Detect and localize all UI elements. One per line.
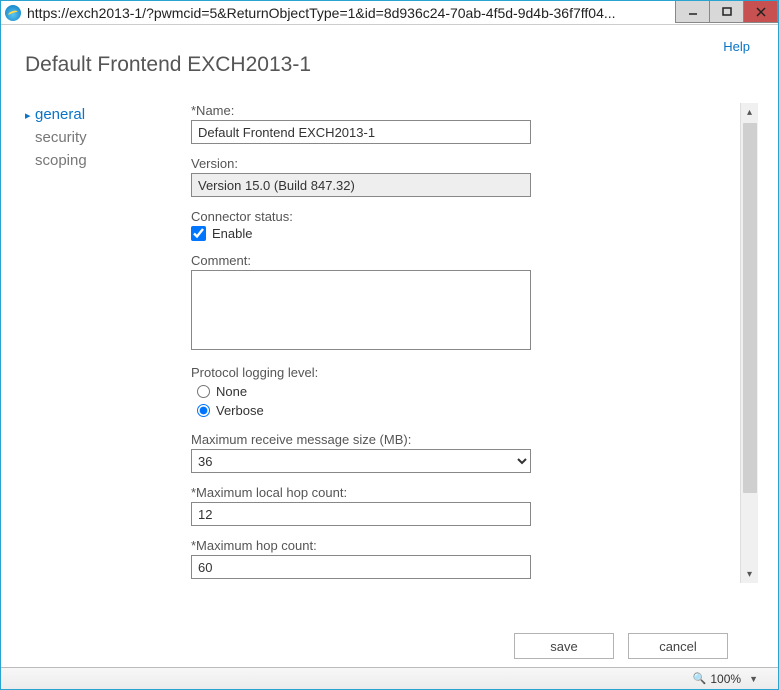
- scroll-down-arrow-icon[interactable]: ▾: [741, 565, 758, 583]
- comment-label: Comment:: [191, 253, 728, 268]
- max-local-hop-input[interactable]: [191, 502, 531, 526]
- scroll-up-arrow-icon[interactable]: ▴: [741, 103, 758, 121]
- zoom-dropdown-icon[interactable]: ▼: [749, 674, 758, 684]
- client-area: Help Default Frontend EXCH2013-1 general…: [1, 25, 778, 667]
- enable-checkbox[interactable]: [191, 226, 206, 241]
- statusbar: 🔍 100% ▼: [1, 667, 778, 689]
- page-title: Default Frontend EXCH2013-1: [25, 53, 758, 77]
- sidebar: general security scoping: [21, 103, 191, 619]
- name-label: *Name:: [191, 103, 728, 118]
- version-label: Version:: [191, 156, 728, 171]
- content-row: general security scoping *Name:: [21, 103, 758, 619]
- ie-icon: [5, 5, 21, 21]
- help-link[interactable]: Help: [723, 39, 750, 54]
- zoom-level[interactable]: 100%: [710, 672, 741, 686]
- window-controls: [676, 1, 778, 24]
- save-button[interactable]: save: [514, 633, 614, 659]
- max-hop-input[interactable]: [191, 555, 531, 579]
- scrollbar[interactable]: ▴ ▾: [740, 103, 758, 583]
- logging-radio-none-label: None: [216, 384, 247, 399]
- sidebar-item-general[interactable]: general: [21, 103, 181, 126]
- window-frame: https://exch2013-1/?pwmcid=5&ReturnObjec…: [0, 0, 779, 690]
- button-row: save cancel: [21, 619, 758, 667]
- sidebar-item-label: general: [35, 106, 85, 123]
- protocol-logging-label: Protocol logging level:: [191, 365, 728, 380]
- minimize-button[interactable]: [675, 1, 710, 23]
- name-input[interactable]: [191, 120, 531, 144]
- sidebar-item-security[interactable]: security: [21, 126, 181, 149]
- max-local-hop-label: *Maximum local hop count:: [191, 485, 728, 500]
- max-hop-label: *Maximum hop count:: [191, 538, 728, 553]
- enable-checkbox-label: Enable: [212, 226, 252, 241]
- version-value: Version 15.0 (Build 847.32): [191, 173, 531, 197]
- maximize-button[interactable]: [709, 1, 744, 23]
- sidebar-item-scoping[interactable]: scoping: [21, 149, 181, 172]
- connector-status-label: Connector status:: [191, 209, 728, 224]
- sidebar-item-label: scoping: [35, 152, 87, 169]
- logging-radio-none[interactable]: [197, 385, 210, 398]
- logging-radio-verbose[interactable]: [197, 404, 210, 417]
- close-button[interactable]: [743, 1, 778, 23]
- cancel-button[interactable]: cancel: [628, 633, 728, 659]
- max-receive-size-label: Maximum receive message size (MB):: [191, 432, 728, 447]
- titlebar: https://exch2013-1/?pwmcid=5&ReturnObjec…: [1, 1, 778, 25]
- sidebar-item-label: security: [35, 129, 87, 146]
- form-panel: *Name: Version: Version 15.0 (Build 847.…: [191, 103, 758, 619]
- address-url: https://exch2013-1/?pwmcid=5&ReturnObjec…: [27, 5, 676, 21]
- zoom-icon: 🔍: [693, 672, 707, 685]
- chevron-right-icon: [25, 106, 35, 123]
- max-receive-size-select[interactable]: 36: [191, 449, 531, 473]
- scrollbar-thumb[interactable]: [743, 123, 757, 493]
- comment-textarea[interactable]: [191, 270, 531, 350]
- logging-radio-verbose-label: Verbose: [216, 403, 264, 418]
- form-scroll-area: *Name: Version: Version 15.0 (Build 847.…: [191, 103, 758, 583]
